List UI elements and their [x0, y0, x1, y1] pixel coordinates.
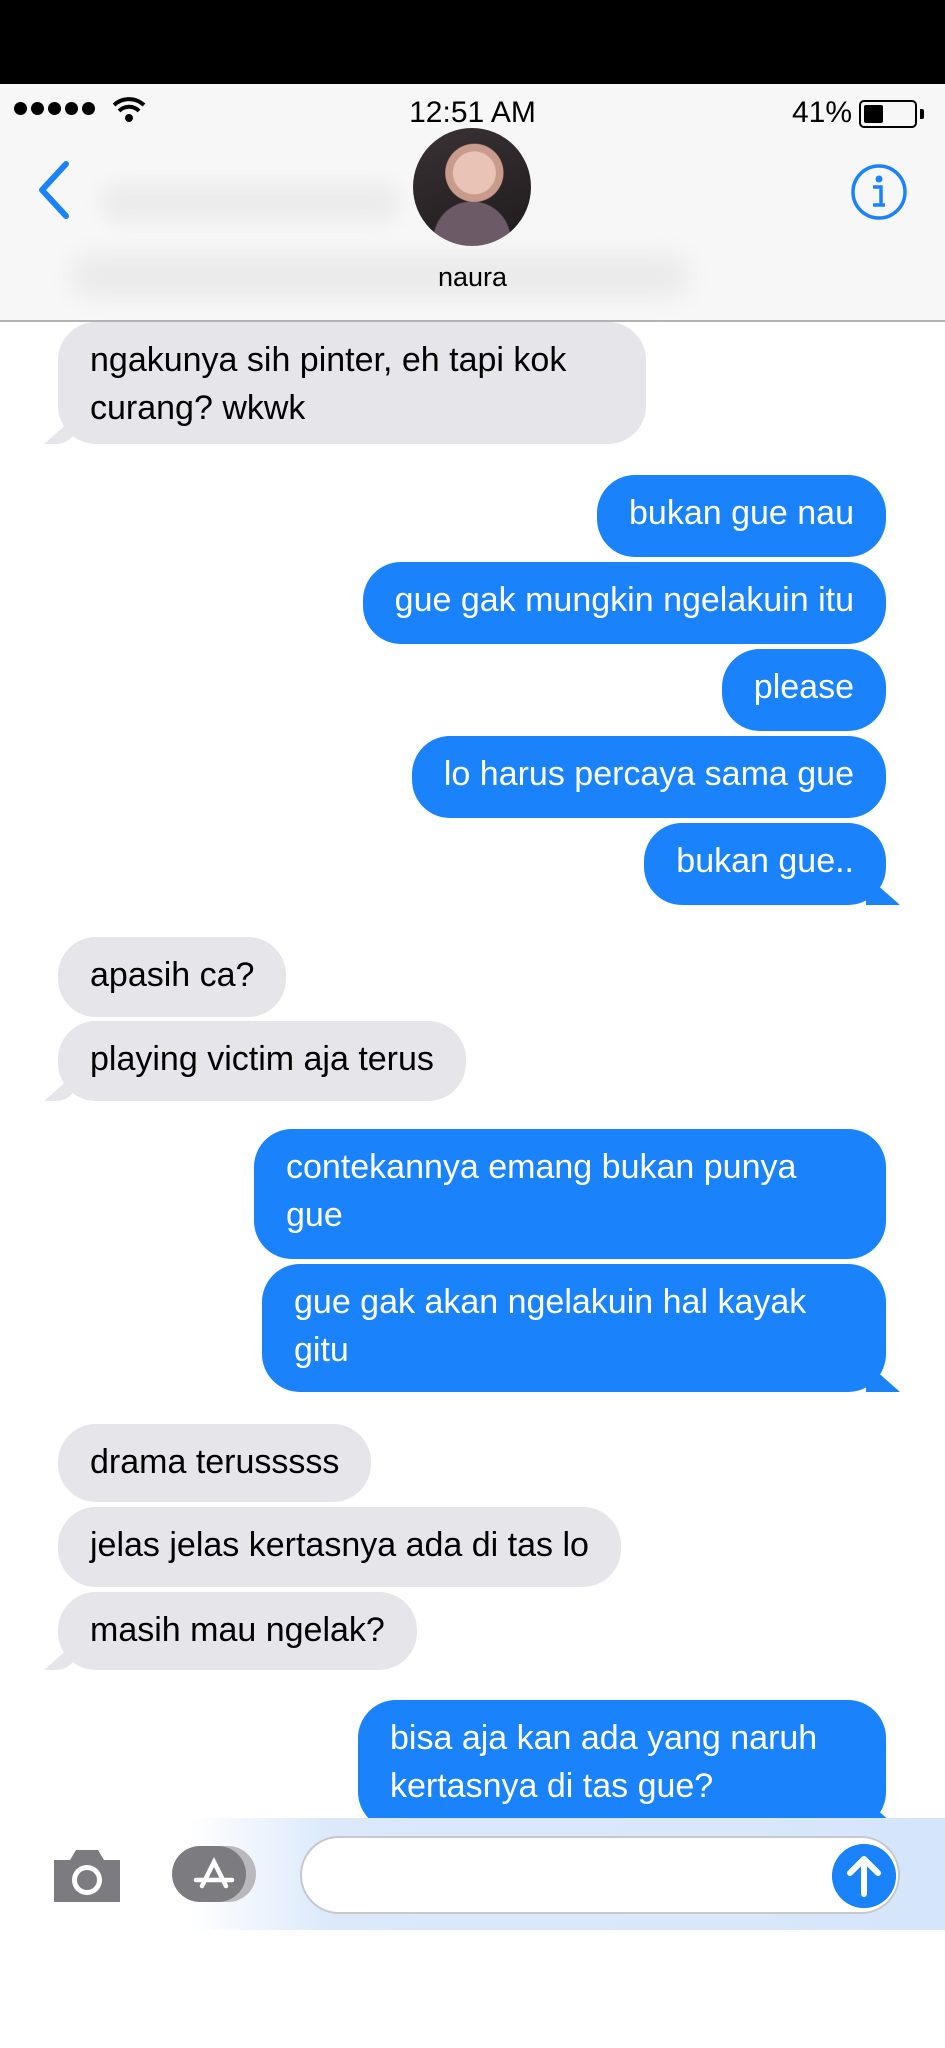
- outgoing-message[interactable]: contekannya emang bukan punya gue: [254, 1129, 886, 1259]
- contact-avatar[interactable]: [413, 128, 531, 246]
- contact-name[interactable]: naura: [0, 262, 945, 293]
- outgoing-message[interactable]: bukan gue..: [644, 823, 886, 905]
- bottom-area: [0, 1930, 945, 2048]
- battery-icon: [859, 100, 917, 128]
- battery-percentage: 41%: [791, 96, 852, 129]
- blurred-header-area: [100, 182, 400, 222]
- outgoing-message[interactable]: please: [721, 649, 886, 731]
- outgoing-message[interactable]: gue gak akan ngelakuin hal kayak gitu: [262, 1264, 886, 1392]
- outgoing-message[interactable]: gue gak mungkin ngelakuin itu: [362, 562, 886, 644]
- message-list[interactable]: ngakunya sih pinter, eh tapi kok curang?…: [0, 322, 945, 1822]
- conversation-header: 12:51 AM 41% naura: [0, 84, 945, 322]
- incoming-message[interactable]: masih mau ngelak?: [58, 1592, 417, 1670]
- send-arrow-icon[interactable]: [832, 1844, 896, 1908]
- incoming-message[interactable]: playing victim aja terus: [58, 1021, 466, 1101]
- top-black-bar: [0, 0, 945, 84]
- message-input[interactable]: [300, 1836, 900, 1914]
- camera-icon[interactable]: [50, 1844, 124, 1906]
- chevron-left-icon[interactable]: [36, 160, 72, 220]
- appstore-icon[interactable]: [172, 1846, 256, 1902]
- incoming-message[interactable]: apasih ca?: [58, 937, 287, 1017]
- outgoing-message[interactable]: bukan gue nau: [597, 475, 886, 557]
- outgoing-message[interactable]: bisa aja kan ada yang naruh kertasnya di…: [358, 1700, 886, 1822]
- incoming-message[interactable]: jelas jelas kertasnya ada di tas lo: [58, 1507, 621, 1587]
- compose-bar: [0, 1818, 945, 1930]
- incoming-message[interactable]: ngakunya sih pinter, eh tapi kok curang?…: [58, 322, 646, 444]
- outgoing-message[interactable]: lo harus percaya sama gue: [411, 736, 886, 818]
- info-icon[interactable]: [849, 162, 909, 222]
- incoming-message[interactable]: drama terusssss: [58, 1424, 372, 1502]
